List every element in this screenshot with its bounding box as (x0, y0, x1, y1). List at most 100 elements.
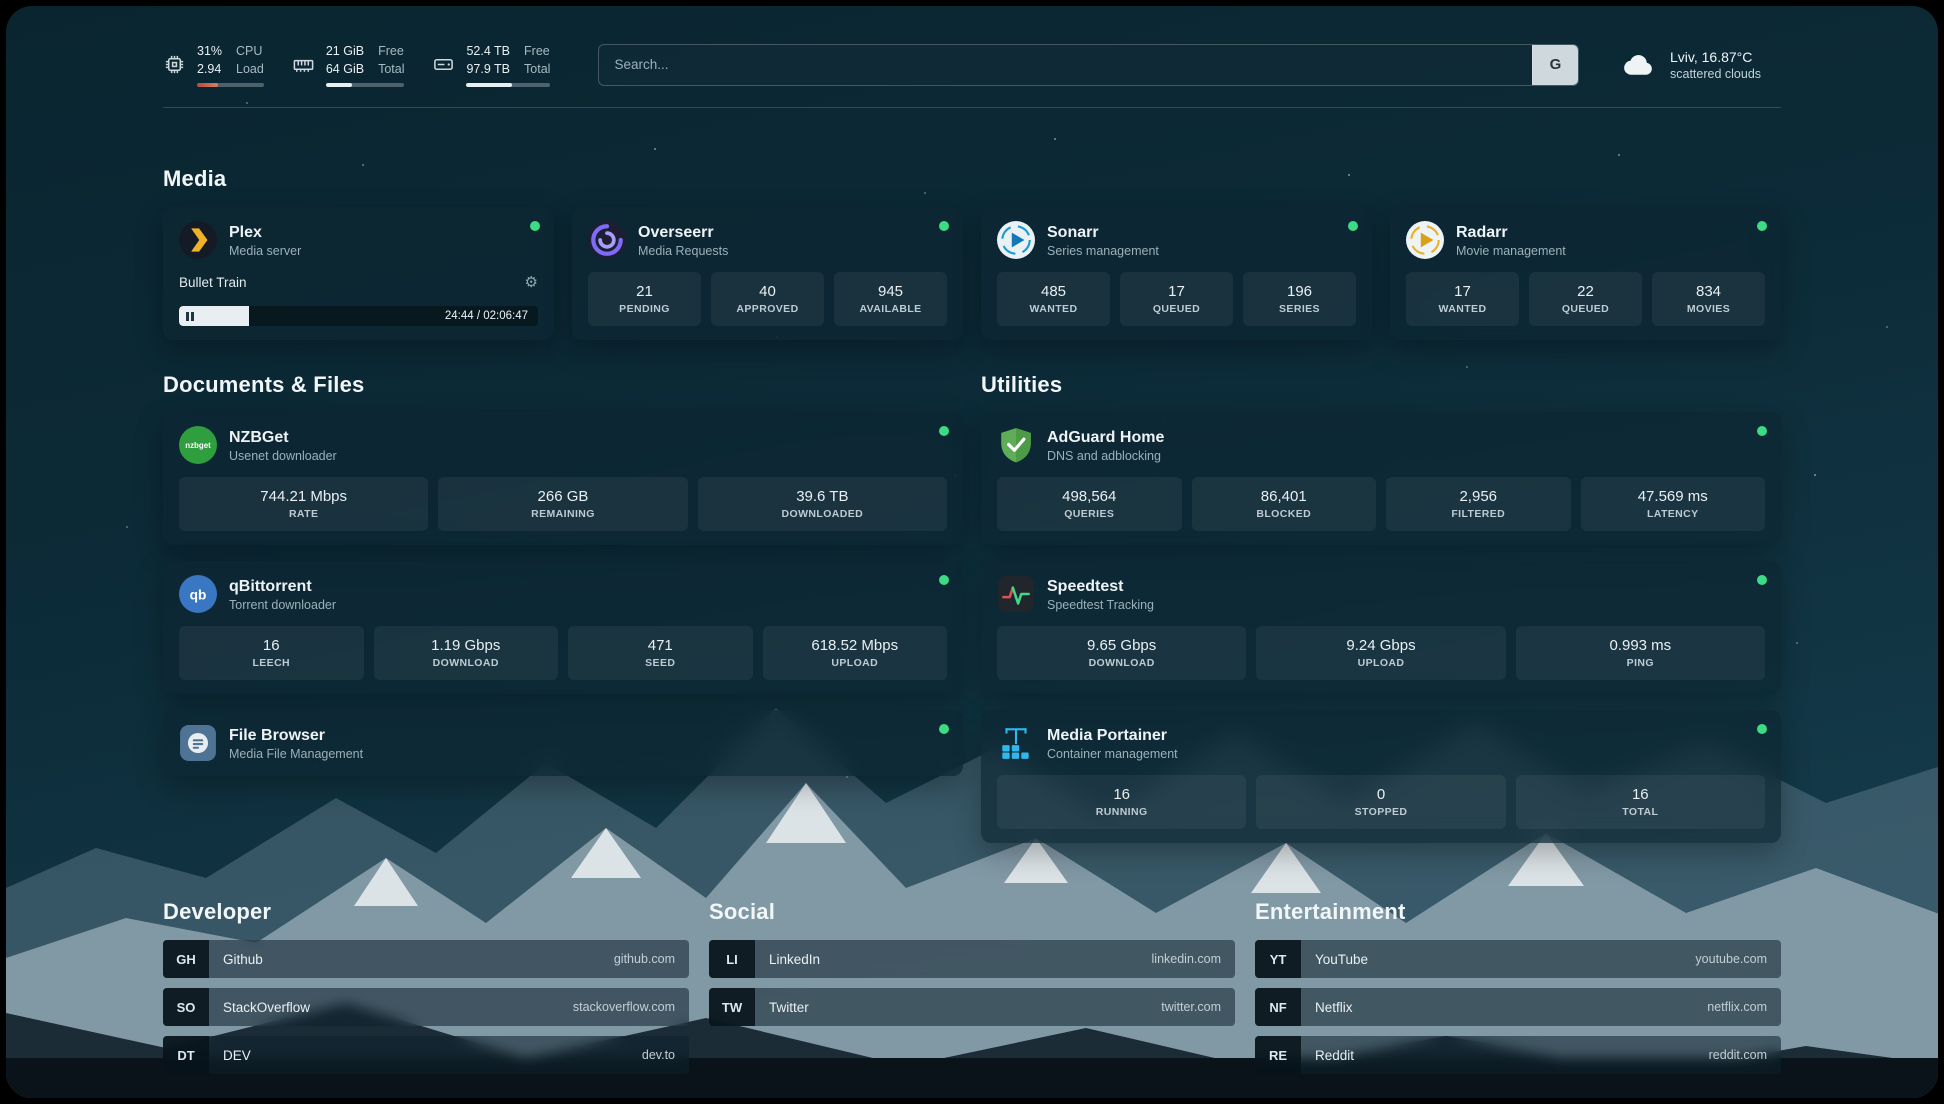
bookmark-reddit[interactable]: RE Reddit reddit.com (1255, 1036, 1781, 1074)
stat-label: WANTED (1030, 303, 1078, 315)
stat-tile-rate: 744.21 Mbps RATE (179, 477, 428, 531)
bookmark-netflix[interactable]: NF Netflix netflix.com (1255, 988, 1781, 1026)
stat-tile-total: 16 TOTAL (1516, 775, 1765, 829)
star-field (6, 6, 8, 8)
bookmark-name: Reddit (1315, 1048, 1354, 1063)
disk-free-label: Free (524, 42, 550, 60)
section-title-developer: Developer (163, 899, 689, 925)
ram-total-label: Total (378, 60, 404, 78)
app-card-sonarr[interactable]: Sonarr Series management 485 WANTED 17 Q… (981, 207, 1372, 340)
stat-tile-pending: 21 PENDING (588, 272, 701, 326)
status-dot (1757, 724, 1767, 734)
bookmark-github[interactable]: GH Github github.com (163, 940, 689, 978)
playback-progress-bar[interactable]: 24:44 / 02:06:47 (179, 306, 538, 326)
stat-value: 0.993 ms (1609, 637, 1671, 654)
disk-free: 52.4 TB (466, 42, 510, 60)
stat-tile-download: 1.19 Gbps DOWNLOAD (374, 626, 559, 680)
stat-value: 2,956 (1459, 488, 1497, 505)
bookmark-twitter[interactable]: TW Twitter twitter.com (709, 988, 1235, 1026)
stat-tile-blocked: 86,401 BLOCKED (1192, 477, 1377, 531)
app-card-plex[interactable]: Plex Media server Bullet Train ⚙ 24:44 /… (163, 207, 554, 340)
search-input[interactable] (598, 44, 1579, 86)
stat-label: QUEUED (1153, 303, 1200, 315)
pause-icon[interactable] (186, 312, 194, 321)
status-dot (1348, 221, 1358, 231)
status-dot (1757, 426, 1767, 436)
stat-tile-upload: 9.24 Gbps UPLOAD (1256, 626, 1505, 680)
section-title-entertainment: Entertainment (1255, 899, 1781, 925)
app-name: NZBGet (229, 428, 337, 449)
stat-label: AVAILABLE (859, 303, 921, 315)
app-card-qbittorrent[interactable]: qb qBittorrent Torrent downloader 16 LEE… (163, 561, 963, 694)
qbittorrent-icon: qb (179, 575, 217, 613)
status-dot (1757, 575, 1767, 585)
filebrowser-icon (179, 724, 217, 762)
bookmark-stackoverflow[interactable]: SO StackOverflow stackoverflow.com (163, 988, 689, 1026)
bookmark-abbr: SO (163, 988, 209, 1026)
bookmark-youtube[interactable]: YT YouTube youtube.com (1255, 940, 1781, 978)
app-subtitle: Torrent downloader (229, 598, 336, 612)
cpu-usage-bar (197, 83, 264, 87)
portainer-crane-icon (997, 724, 1035, 762)
bookmark-url: stackoverflow.com (573, 1000, 675, 1014)
app-name: qBittorrent (229, 577, 336, 598)
bookmark-name: LinkedIn (769, 952, 820, 967)
weather-widget: Lviv, 16.87°C scattered clouds (1621, 47, 1781, 83)
svg-text:nzbget: nzbget (185, 441, 211, 450)
section-documents: Documents & Files nzbget NZBGet Usenet d… (163, 372, 963, 776)
settings-gear-icon[interactable]: ⚙ (525, 275, 538, 290)
bookmark-abbr: RE (1255, 1036, 1301, 1074)
app-name: File Browser (229, 726, 363, 747)
sonarr-icon (997, 221, 1035, 259)
bookmark-dev[interactable]: DT DEV dev.to (163, 1036, 689, 1074)
app-card-adguard[interactable]: AdGuard Home DNS and adblocking 498,564 … (981, 412, 1781, 545)
search-engine-button[interactable]: G (1532, 45, 1578, 85)
app-card-speedtest[interactable]: Speedtest Speedtest Tracking 9.65 Gbps D… (981, 561, 1781, 694)
star-field-dim (6, 6, 8, 8)
cpu-chip-icon (163, 53, 186, 76)
section-title-social: Social (709, 899, 1235, 925)
app-card-overseerr[interactable]: Overseerr Media Requests 21 PENDING 40 A… (572, 207, 963, 340)
system-metrics: 31% 2.94 CPU Load (163, 42, 550, 87)
stat-label: QUERIES (1064, 508, 1114, 520)
disk-usage-bar (466, 83, 550, 87)
radarr-icon (1406, 221, 1444, 259)
stat-label: LATENCY (1647, 508, 1699, 520)
stat-value: 21 (636, 283, 653, 300)
bookmark-url: netflix.com (1707, 1000, 1767, 1014)
stat-value: 9.65 Gbps (1087, 637, 1156, 654)
section-media: Media Plex Media server (163, 166, 1781, 340)
stat-tile-download: 9.65 Gbps DOWNLOAD (997, 626, 1246, 680)
app-card-nzbget[interactable]: nzbget NZBGet Usenet downloader 744.21 M… (163, 412, 963, 545)
ram-metric: 21 GiB 64 GiB Free Total (292, 42, 405, 87)
section-utilities: Utilities AdGuard Home DNS and adblockin… (981, 372, 1781, 843)
app-name: Plex (229, 223, 301, 244)
stat-tile-filtered: 2,956 FILTERED (1386, 477, 1571, 531)
app-name: Media Portainer (1047, 726, 1178, 747)
divider (163, 107, 1781, 108)
nzbget-icon: nzbget (179, 426, 217, 464)
stat-label: SERIES (1279, 303, 1320, 315)
stat-value: 47.569 ms (1638, 488, 1708, 505)
stat-label: BLOCKED (1256, 508, 1311, 520)
stat-label: REMAINING (531, 508, 595, 520)
status-dot (530, 221, 540, 231)
bookmark-url: reddit.com (1709, 1048, 1767, 1062)
stat-tile-queued: 17 QUEUED (1120, 272, 1233, 326)
stat-tile-upload: 618.52 Mbps UPLOAD (763, 626, 948, 680)
stat-tile-queries: 498,564 QUERIES (997, 477, 1182, 531)
bookmark-abbr: LI (709, 940, 755, 978)
bookmark-url: twitter.com (1161, 1000, 1221, 1014)
bookmark-name: DEV (223, 1048, 251, 1063)
app-name: Speedtest (1047, 577, 1154, 598)
cpu-metric: 31% 2.94 CPU Load (163, 42, 264, 87)
status-dot (939, 221, 949, 231)
bookmark-name: YouTube (1315, 952, 1368, 967)
bookmark-linkedin[interactable]: LI LinkedIn linkedin.com (709, 940, 1235, 978)
app-card-portainer[interactable]: Media Portainer Container management 16 … (981, 710, 1781, 843)
app-card-filebrowser[interactable]: File Browser Media File Management (163, 710, 963, 776)
app-card-radarr[interactable]: Radarr Movie management 17 WANTED 22 QUE… (1390, 207, 1781, 340)
stat-value: 266 GB (538, 488, 589, 505)
app-subtitle: Movie management (1456, 244, 1566, 258)
stat-value: 498,564 (1062, 488, 1116, 505)
